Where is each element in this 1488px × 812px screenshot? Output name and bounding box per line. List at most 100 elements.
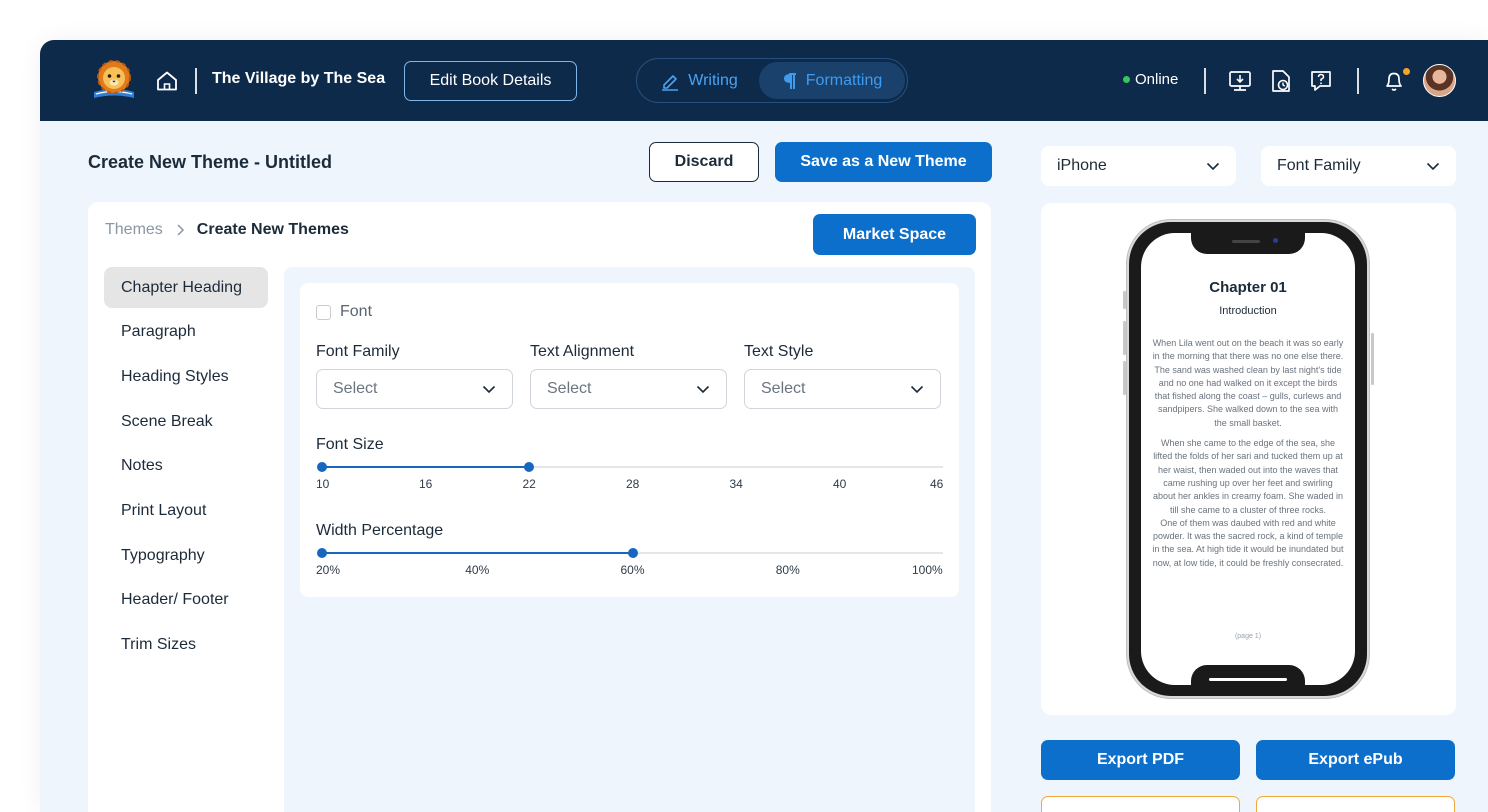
width-percentage-slider-block: Width Percentage 20% 40% 60% 80% 100%: [316, 522, 943, 577]
width-percentage-max-handle[interactable]: [627, 548, 638, 558]
font-size-tick: 40: [833, 477, 847, 491]
text-style-label: Text Style: [744, 343, 814, 360]
theme-sections-menu: Chapter Heading Paragraph Heading Styles…: [104, 267, 268, 669]
font-checkbox-label: Font: [340, 303, 373, 320]
menu-item-trim-sizes[interactable]: Trim Sizes: [104, 625, 268, 666]
device-preview-card: Chapter 01 Introduction When Lila went o…: [1041, 203, 1456, 715]
preview-paragraph: When she came to the edge of the sea, sh…: [1152, 438, 1344, 515]
device-select[interactable]: iPhone: [1041, 146, 1236, 186]
font-family-label: Font Family: [316, 343, 400, 360]
menu-item-scene-break[interactable]: Scene Break: [104, 401, 268, 442]
phone-notch: [1191, 233, 1305, 254]
divider: [1357, 68, 1359, 94]
width-percentage-ticks: 20% 40% 60% 80% 100%: [316, 563, 943, 577]
phone-mockup: Chapter 01 Introduction When Lila went o…: [1127, 220, 1369, 698]
menu-item-heading-styles[interactable]: Heading Styles: [104, 356, 268, 397]
width-percentage-slider[interactable]: [317, 548, 943, 558]
formatting-mode-label: Formatting: [805, 71, 883, 89]
phone-home-indicator: [1209, 678, 1287, 681]
font-family-field: Font Family Select: [316, 343, 513, 409]
book-title: The Village by The Sea: [212, 70, 386, 87]
menu-item-print-layout[interactable]: Print Layout: [104, 490, 268, 531]
divider: [1204, 68, 1206, 94]
preview-page-number: (page 1): [1234, 633, 1262, 640]
edit-book-details-button[interactable]: Edit Book Details: [404, 61, 577, 101]
lion-logo-icon[interactable]: [88, 58, 140, 102]
text-style-value: Select: [761, 380, 806, 397]
text-style-field: Text Style Select: [744, 343, 941, 409]
document-icon[interactable]: [1268, 68, 1294, 94]
status-label: Online: [1135, 71, 1179, 88]
font-size-label: Font Size: [316, 436, 384, 453]
writing-mode-label: Writing: [688, 72, 738, 89]
settings-content-area: Font Font Family Select Text Alignment S…: [284, 267, 975, 812]
font-size-slider-block: Font Size 10 16 22 28 34 40 46: [316, 436, 943, 491]
monitor-icon[interactable]: [1227, 68, 1253, 94]
chevron-down-icon: [482, 385, 496, 394]
text-alignment-field: Text Alignment Select: [530, 343, 727, 409]
phone-chin: [1191, 665, 1305, 685]
mode-toggle: Writing Formatting: [636, 58, 908, 103]
font-family-select[interactable]: Select: [316, 369, 513, 409]
preview-chapter-body: When Lila went out on the beach it was s…: [1151, 337, 1345, 577]
menu-item-header-footer[interactable]: Header/ Footer: [104, 580, 268, 621]
phone-side-button: [1371, 333, 1374, 385]
text-style-select[interactable]: Select: [744, 369, 941, 409]
market-space-button[interactable]: Market Space: [813, 214, 976, 255]
discard-button[interactable]: Discard: [649, 142, 759, 182]
font-size-tick: 10: [316, 477, 330, 491]
font-size-tick: 34: [729, 477, 743, 491]
preview-font-family-select[interactable]: Font Family: [1261, 146, 1456, 186]
status-dot: [1123, 76, 1130, 83]
breadcrumb-current: Create New Themes: [196, 221, 349, 238]
home-icon[interactable]: [154, 68, 180, 94]
breadcrumb: Themes Create New Themes: [105, 221, 349, 239]
width-percentage-tick: 60%: [620, 563, 645, 577]
font-size-tick: 16: [419, 477, 433, 491]
menu-item-chapter-heading[interactable]: Chapter Heading: [104, 267, 268, 308]
help-icon[interactable]: [1308, 68, 1334, 94]
preview-chapter-subtitle: Introduction: [1219, 305, 1277, 317]
font-size-ticks: 10 16 22 28 34 40 46: [316, 477, 943, 491]
menu-item-notes[interactable]: Notes: [104, 446, 268, 487]
font-size-max-handle[interactable]: [524, 462, 534, 472]
theme-editor-panel: Themes Create New Themes Market Space Ch…: [88, 202, 991, 812]
next-button[interactable]: [1256, 796, 1455, 812]
export-epub-button[interactable]: Export ePub: [1256, 740, 1455, 780]
save-as-new-theme-button[interactable]: Save as a New Theme: [775, 142, 992, 182]
top-navigation-bar: The Village by The Sea Edit Book Details…: [40, 40, 1488, 121]
chevron-down-icon: [1206, 162, 1220, 171]
notification-dot: [1403, 68, 1410, 75]
menu-item-typography[interactable]: Typography: [104, 535, 268, 576]
export-pdf-button[interactable]: Export PDF: [1041, 740, 1240, 780]
phone-side-button: [1123, 361, 1126, 395]
app-window: The Village by The Sea Edit Book Details…: [40, 40, 1488, 812]
chevron-down-icon: [910, 385, 924, 394]
text-alignment-select[interactable]: Select: [530, 369, 727, 409]
font-size-tick: 22: [522, 477, 536, 491]
preview-font-family-value: Font Family: [1277, 157, 1361, 174]
width-percentage-slider-fill: [322, 552, 633, 554]
pencil-icon: [660, 71, 680, 91]
font-size-tick: 28: [626, 477, 640, 491]
writing-mode-button[interactable]: Writing: [643, 63, 755, 99]
preview-chapter-title: Chapter 01: [1209, 279, 1287, 296]
width-percentage-label: Width Percentage: [316, 522, 444, 539]
menu-item-paragraph[interactable]: Paragraph: [104, 312, 268, 353]
text-alignment-value: Select: [547, 380, 592, 397]
pilcrow-icon: [782, 71, 798, 91]
user-avatar[interactable]: [1423, 64, 1456, 97]
font-size-min-handle[interactable]: [317, 462, 327, 472]
font-settings-card: Font Font Family Select Text Alignment S…: [300, 283, 959, 597]
font-size-tick: 46: [930, 477, 944, 491]
formatting-mode-button[interactable]: Formatting: [759, 62, 905, 99]
previous-button[interactable]: [1041, 796, 1240, 812]
text-alignment-label: Text Alignment: [530, 343, 635, 360]
font-size-slider[interactable]: [317, 462, 943, 472]
breadcrumb-themes-link[interactable]: Themes: [105, 221, 163, 239]
font-checkbox-row[interactable]: Font: [316, 303, 372, 321]
page-title: Create New Theme - Untitled: [88, 152, 333, 172]
width-percentage-tick: 20%: [316, 563, 341, 577]
font-checkbox[interactable]: [316, 304, 331, 320]
width-percentage-min-handle[interactable]: [317, 548, 327, 558]
